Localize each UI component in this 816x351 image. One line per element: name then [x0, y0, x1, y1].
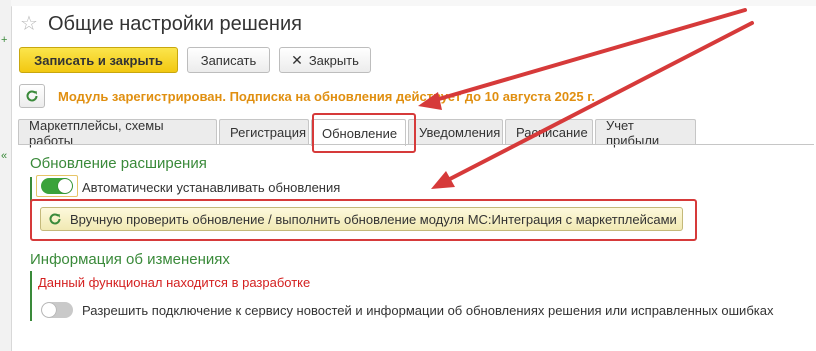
toggle-knob	[58, 179, 72, 193]
favorite-star-icon[interactable]: ☆	[20, 14, 38, 34]
annotation-frame-update-button	[30, 199, 697, 241]
refresh-icon	[26, 90, 38, 102]
news-toggle[interactable]	[41, 302, 73, 318]
auto-update-label: Автоматически устанавливать обновления	[82, 180, 341, 195]
update-section-title: Обновление расширения	[30, 155, 207, 172]
news-label: Разрешить подключение к сервису новостей…	[82, 303, 774, 318]
tab-notifications[interactable]: Уведомления	[408, 119, 503, 145]
title-row: ☆ Общие настройки решения	[20, 10, 302, 38]
tab-label: Маркетплейсы, схемы работы	[29, 117, 164, 148]
tab-marketplaces[interactable]: Маркетплейсы, схемы работы	[18, 117, 217, 148]
tab-label: Уведомления	[419, 125, 501, 140]
annotation-frame-update-tab	[312, 113, 416, 153]
tab-registration[interactable]: Регистрация	[219, 119, 309, 145]
window-title: Общие настройки решения	[47, 12, 302, 35]
save-label: Записать	[200, 52, 257, 68]
close-label: Закрыть	[308, 52, 359, 68]
save-and-close-label: Записать и закрыть	[34, 52, 163, 68]
registration-notice: Модуль зарегистрирован. Подписка на обно…	[58, 89, 595, 104]
close-button[interactable]: ✕ Закрыть	[279, 47, 371, 73]
tab-schedule[interactable]: Расписание	[505, 119, 593, 145]
tab-label: Учет прибыли	[606, 117, 660, 148]
close-icon: ✕	[291, 51, 303, 68]
tab-profit[interactable]: Учет прибыли	[595, 117, 696, 148]
tab-label: Расписание	[516, 125, 588, 140]
background-mark: +	[1, 34, 8, 46]
refresh-button[interactable]	[19, 84, 45, 108]
tab-divider	[18, 144, 814, 145]
background-window-strip: + «	[0, 0, 12, 351]
tab-label: Регистрация	[230, 125, 306, 140]
info-section-bar	[30, 271, 32, 321]
auto-update-toggle[interactable]	[41, 178, 73, 194]
info-section-title: Информация об изменениях	[30, 251, 230, 268]
background-mark: «	[1, 150, 8, 162]
save-and-close-button[interactable]: Записать и закрыть	[19, 47, 178, 73]
save-button[interactable]: Записать	[187, 47, 270, 73]
development-note: Данный функционал находится в разработке	[38, 275, 311, 290]
toggle-knob	[42, 303, 56, 317]
